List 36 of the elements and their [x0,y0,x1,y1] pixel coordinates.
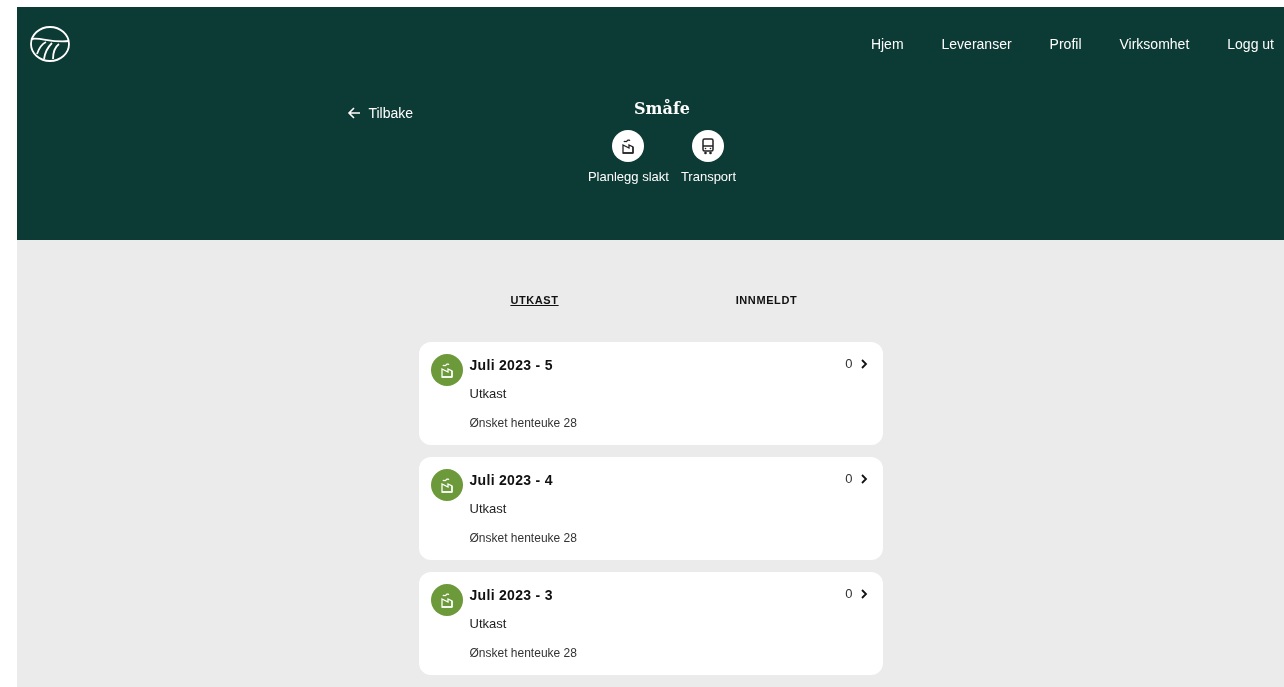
count: 0 [845,471,853,486]
nav-link[interactable]: Virksomhet [1119,36,1190,52]
card-title: Juli 2023 - 3 [469,587,554,603]
delivery-card[interactable]: Juli 2023 - 4 Utkast Ønsket henteuke 28 0 [418,457,883,560]
factory-icon [430,584,463,616]
factory-icon [430,469,463,501]
count: 0 [845,356,853,371]
nav-link[interactable]: Hjem [870,36,904,52]
plan-link[interactable]: Planlegg slakt [587,169,669,184]
nav-link[interactable]: Logg ut [1227,36,1274,52]
nav-link[interactable]: Profil [1049,36,1082,52]
pickup-week: Ønsket henteuke 28 [469,531,578,545]
tab[interactable]: INNMELDT [735,292,798,308]
pickup-week: Ønsket henteuke 28 [469,416,578,430]
tab[interactable]: UTKAST [510,292,559,308]
count: 0 [845,586,853,601]
delivery-card[interactable]: Juli 2023 - 3 Utkast Ønsket henteuke 28 0 [418,572,883,675]
back-link[interactable]: Tilbake [347,105,413,121]
pickup-week: Ønsket henteuke 28 [469,646,578,660]
card-title: Juli 2023 - 4 [469,472,554,488]
arrow-left-icon [347,106,362,120]
chevron-icon [858,473,869,485]
page-title: Småfe [634,99,690,118]
plan-button[interactable] [612,130,645,162]
chevron-icon [858,588,869,600]
transport-link[interactable]: Transport [680,169,737,184]
card-status: Utkast [469,501,508,516]
chevron-icon [858,358,869,370]
card-status: Utkast [469,386,508,401]
card-status: Utkast [469,616,508,631]
nav-link[interactable]: Leveranser [941,36,1012,52]
logo-icon[interactable] [29,24,71,64]
card-title: Juli 2023 - 5 [469,357,554,373]
delivery-card[interactable]: Juli 2023 - 5 Utkast Ønsket henteuke 28 0 [418,342,883,445]
transport-button[interactable] [692,130,725,162]
factory-icon [430,354,463,386]
